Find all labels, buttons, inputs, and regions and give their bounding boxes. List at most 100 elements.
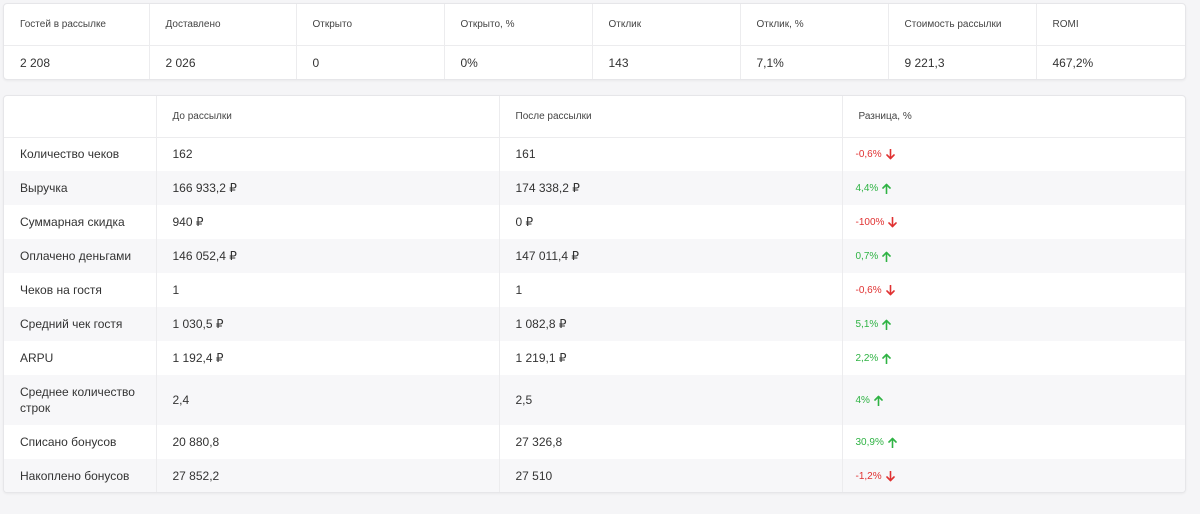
value-before: 940 ₽ (156, 205, 500, 239)
summary-value-opened-percent: 0% (444, 45, 593, 79)
summary-header-delivered: Доставлено (149, 4, 297, 45)
difference-value: 4% (855, 394, 870, 406)
difference-value: 0,7% (855, 250, 879, 262)
metric-name: ARPU (4, 341, 157, 375)
metric-name: Чеков на гостя (4, 273, 157, 307)
difference-value: -0,6% (855, 148, 882, 160)
value-after: 27 326,8 (499, 425, 843, 459)
value-after: 161 (499, 137, 843, 171)
value-before: 166 933,2 ₽ (156, 171, 500, 205)
value-before: 146 052,4 ₽ (156, 239, 500, 273)
summary-value-response-percent: 7,1% (740, 45, 889, 79)
difference-value: -0,6% (855, 284, 882, 296)
value-after: 174 338,2 ₽ (499, 171, 843, 205)
summary-header-opened-percent: Открыто, % (444, 4, 593, 45)
value-before: 1 (156, 273, 500, 307)
difference-indicator: -100% (855, 216, 898, 228)
comparison-body: Количество чеков 162 161 -0,6% Выручка 1… (4, 137, 1185, 492)
value-before: 2,4 (156, 375, 500, 425)
summary-value-opened: 0 (296, 45, 445, 79)
difference-cell: 0,7% (842, 239, 1185, 273)
table-row: ARPU 1 192,4 ₽ 1 219,1 ₽ 2,2% (4, 341, 1185, 375)
difference-indicator: -1,2% (855, 470, 895, 482)
arrow-up-icon (888, 437, 897, 448)
value-after: 27 510 (499, 459, 843, 492)
difference-indicator: 2,2% (856, 353, 892, 364)
table-row: Средний чек гостя 1 030,5 ₽ 1 082,8 ₽ 5,… (4, 307, 1185, 341)
arrow-down-icon (885, 284, 895, 295)
metric-name: Среднее количество строк (4, 375, 157, 425)
arrow-down-icon (885, 470, 895, 481)
difference-cell: 4% (842, 375, 1185, 425)
difference-value: -1,2% (855, 470, 882, 482)
difference-cell: -100% (842, 205, 1185, 239)
summary-header-cost: Стоимость рассылки (888, 4, 1037, 45)
difference-value: 30,9% (855, 436, 884, 448)
difference-cell: 2,2% (842, 341, 1185, 375)
mailing-summary-card: Гостей в рассылке Доставлено Открыто Отк… (3, 3, 1186, 80)
value-after: 147 011,4 ₽ (499, 239, 843, 273)
value-after: 1 (499, 273, 843, 307)
summary-header-romi: ROMI (1052, 18, 1079, 30)
table-row: Среднее количество строк 2,4 2,5 4% (4, 375, 1185, 425)
arrow-down-icon (888, 216, 898, 227)
metric-name: Оплачено деньгами (4, 239, 157, 273)
summary-header-row: Гостей в рассылке Доставлено Открыто Отк… (4, 4, 1185, 45)
difference-cell: 4,4% (842, 171, 1185, 205)
arrow-up-icon (882, 353, 892, 364)
summary-header-opened: Открыто (296, 4, 445, 45)
arrow-down-icon (885, 148, 895, 160)
summary-value-guests: 2 208 (4, 45, 150, 79)
difference-value: 5,1% (855, 318, 879, 330)
arrow-up-icon (882, 183, 892, 194)
metric-name: Списано бонусов (4, 425, 157, 459)
comparison-header-row: До рассылки После рассылки Разница, % (4, 96, 1185, 137)
difference-cell: -1,2% (842, 459, 1185, 492)
summary-value-delivered: 2 026 (149, 45, 297, 79)
comparison-header-metric (4, 96, 157, 137)
difference-indicator: 30,9% (856, 437, 897, 448)
arrow-up-icon (882, 251, 892, 262)
metric-name: Количество чеков (4, 137, 157, 171)
difference-indicator: 5,1% (856, 319, 892, 330)
difference-cell: -0,6% (842, 273, 1185, 307)
value-before: 20 880,8 (156, 425, 500, 459)
summary-header-guests: Гостей в рассылке (4, 4, 150, 45)
mailing-summary-table: Гостей в рассылке Доставлено Открыто Отк… (4, 4, 1185, 79)
summary-header-response: Отклик (592, 4, 741, 45)
difference-cell: 30,9% (842, 425, 1185, 459)
value-after: 0 ₽ (499, 205, 843, 239)
summary-header-response-percent: Отклик, % (740, 4, 889, 45)
value-after: 1 082,8 ₽ (499, 307, 843, 341)
value-before: 162 (156, 137, 500, 171)
summary-value-romi: 467,2% (1052, 55, 1094, 70)
table-row: Накоплено бонусов 27 852,2 27 510 -1,2% (4, 459, 1185, 492)
summary-value-response: 143 (592, 45, 741, 79)
difference-value: -100% (855, 216, 885, 228)
metric-name: Выручка (4, 171, 157, 205)
before-after-comparison-table: До рассылки После рассылки Разница, % Ко… (4, 96, 1185, 492)
before-after-comparison-card: До рассылки После рассылки Разница, % Ко… (3, 95, 1186, 493)
value-before: 1 192,4 ₽ (156, 341, 500, 375)
table-row: Оплачено деньгами 146 052,4 ₽ 147 011,4 … (4, 239, 1185, 273)
summary-values-row: 2 208 2 026 0 0% 143 7,1% 9 221,3 467,2% (4, 45, 1185, 79)
table-row: Списано бонусов 20 880,8 27 326,8 30,9% (4, 425, 1185, 459)
arrow-up-icon (874, 395, 883, 406)
value-after: 2,5 (499, 375, 843, 425)
table-row: Количество чеков 162 161 -0,6% (4, 137, 1185, 171)
arrow-up-icon (882, 319, 892, 330)
difference-indicator: 4,4% (856, 183, 892, 194)
comparison-header-after: После рассылки (499, 96, 843, 137)
difference-value: 4,4% (855, 182, 879, 194)
difference-indicator: 0,7% (856, 251, 892, 262)
difference-cell: 5,1% (842, 307, 1185, 341)
table-row: Чеков на гостя 1 1 -0,6% (4, 273, 1185, 307)
difference-value: 2,2% (855, 352, 879, 364)
metric-name: Накоплено бонусов (4, 459, 157, 492)
comparison-header-diff: Разница, % (858, 110, 912, 122)
table-row: Выручка 166 933,2 ₽ 174 338,2 ₽ 4,4% (4, 171, 1185, 205)
value-after: 1 219,1 ₽ (499, 341, 843, 375)
difference-indicator: 4% (856, 395, 883, 406)
difference-indicator: -0,6% (855, 284, 895, 296)
difference-indicator: -0,6% (855, 148, 895, 160)
